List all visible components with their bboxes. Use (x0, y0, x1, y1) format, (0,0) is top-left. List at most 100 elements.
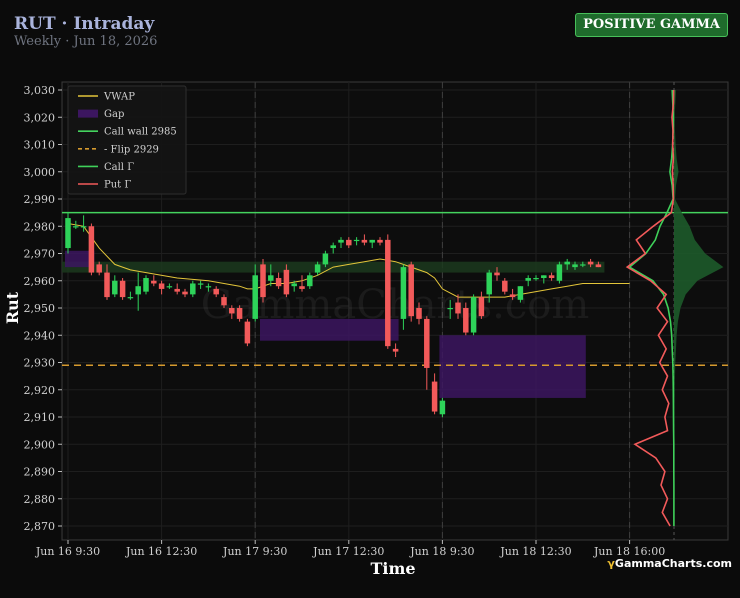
candle-body (525, 278, 531, 281)
candle-body (275, 278, 282, 287)
candle-body (533, 278, 539, 280)
candle-body (385, 239, 391, 347)
candle-body (548, 275, 555, 279)
x-tick-label: Jun 17 12:30 (312, 545, 384, 558)
candle-body (182, 291, 188, 295)
candle-body (197, 283, 204, 285)
candle-body (205, 286, 212, 288)
y-tick-label: 2,960 (24, 275, 56, 288)
candle-body (556, 264, 563, 281)
x-tick-label: Jun 18 9:30 (409, 545, 474, 558)
candle (439, 397, 446, 417)
candle-body (502, 280, 508, 292)
candle-body (369, 239, 375, 243)
gap-zone (260, 318, 399, 341)
candle-body (447, 308, 453, 310)
candle (470, 294, 477, 336)
candle-body (439, 400, 446, 415)
candle-body (151, 280, 157, 284)
y-tick-label: 3,030 (24, 84, 56, 97)
y-tick-label: 2,900 (24, 438, 56, 451)
candle-body (400, 267, 407, 319)
candle (408, 261, 414, 322)
candle-body (564, 261, 570, 265)
candle-body (299, 286, 305, 289)
candle-body (486, 272, 492, 295)
candle-body (252, 275, 258, 319)
candle-body (322, 253, 329, 265)
candle-body (166, 286, 173, 288)
candle (244, 318, 251, 347)
candle-body (112, 280, 118, 295)
candle-body (65, 218, 71, 249)
x-tick-label: Jun 16 12:30 (125, 545, 197, 558)
candle-body (213, 288, 219, 295)
candle-body (158, 283, 165, 289)
candle-body (330, 245, 336, 249)
candlestick-chart: GammaCharts.com 2,870 2,880 2,890 2,900 2,910… (3, 81, 729, 578)
y-tick-label: 2,930 (24, 357, 56, 370)
candle-body (392, 348, 399, 352)
candle-body (174, 288, 180, 292)
candle-body (260, 264, 266, 298)
candle-body (509, 294, 516, 298)
candle-body (580, 264, 586, 266)
legend-label: Call wall 2985 (104, 127, 177, 138)
y-tick-label: 2,980 (24, 220, 56, 233)
legend-label: VWAP (103, 92, 135, 103)
y-tick-label: 2,940 (24, 329, 56, 342)
x-axis-label: Time (370, 559, 415, 578)
x-tick-label: Jun 17 9:30 (222, 545, 287, 558)
y-tick-label: 2,920 (24, 384, 56, 397)
y-tick-label: 3,010 (24, 139, 56, 152)
candle-body (127, 297, 134, 299)
candle-body (307, 275, 313, 287)
y-tick-label: 2,970 (24, 248, 56, 261)
candle-body (119, 280, 126, 298)
y-axis-label: Rut (3, 291, 22, 324)
gamma-logo-icon: γ (607, 557, 615, 570)
x-tick-label: Jun 16 9:30 (35, 545, 100, 558)
y-tick-label: 2,870 (24, 520, 56, 533)
candle-body (244, 321, 251, 344)
candle-body (338, 239, 344, 243)
y-tick-label: 2,910 (24, 411, 56, 424)
legend-label: Put Γ (104, 180, 131, 191)
candle-body (587, 261, 594, 265)
candle-body (572, 264, 578, 268)
candle-body (431, 381, 438, 412)
candle (119, 278, 126, 300)
legend-swatch (78, 109, 98, 118)
legend-label: - Flip 2929 (104, 144, 159, 155)
candle-body (73, 226, 79, 228)
candle-body (314, 264, 321, 273)
y-tick-label: 2,990 (24, 193, 56, 206)
y-tick-label: 2,950 (24, 302, 56, 315)
candle-body (463, 308, 469, 333)
candle-body (236, 308, 243, 319)
candle-body (478, 297, 485, 317)
candle (556, 261, 563, 284)
candle (143, 275, 149, 295)
brand-logo: γGammaCharts.com (607, 557, 732, 570)
y-tick-label: 2,880 (24, 493, 56, 506)
candle-body (291, 283, 297, 287)
x-tick-label: Jun 18 12:30 (499, 545, 571, 558)
candle-body (494, 272, 500, 276)
candle (88, 223, 95, 276)
candle-body (221, 297, 227, 306)
gap-zone (439, 335, 586, 398)
candle-body (346, 239, 352, 246)
candle-body (143, 278, 149, 292)
candle-body (455, 302, 461, 314)
candle-body (408, 264, 414, 317)
candle-body (424, 318, 430, 368)
candle-body (517, 286, 524, 300)
legend-label: Gap (104, 109, 124, 120)
candle-body (361, 239, 368, 243)
candle-body (377, 239, 383, 243)
candle (260, 258, 266, 303)
candle-body (470, 297, 477, 333)
candle (65, 212, 71, 254)
candle-body (595, 264, 602, 268)
